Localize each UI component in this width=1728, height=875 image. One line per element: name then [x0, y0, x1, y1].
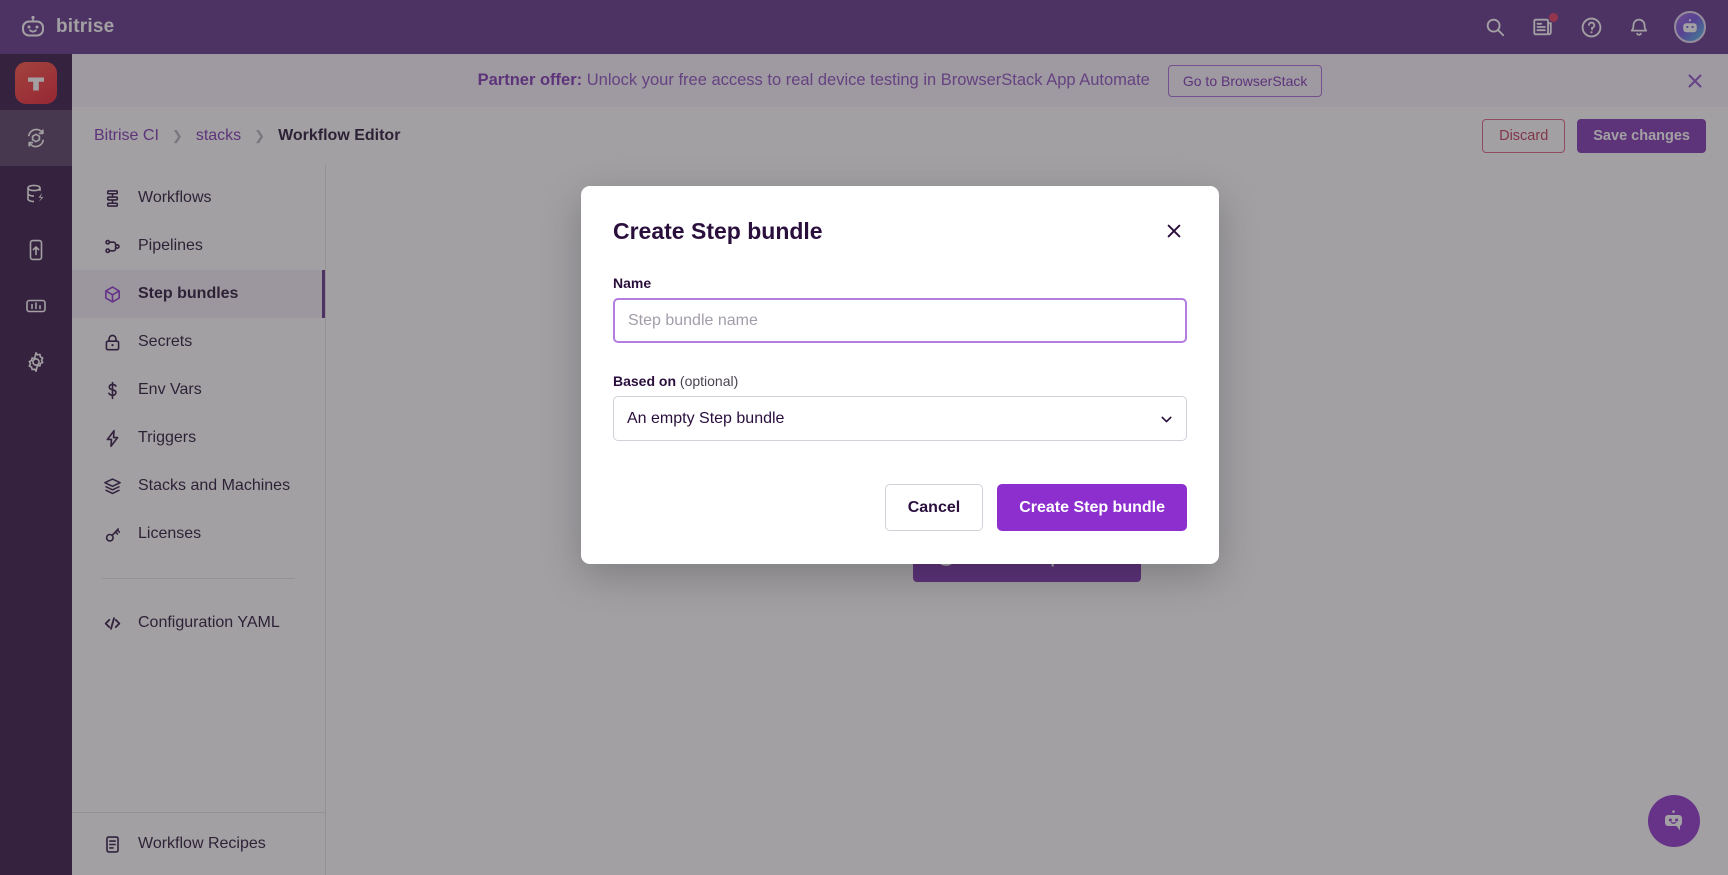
- cancel-button[interactable]: Cancel: [885, 484, 983, 531]
- create-step-bundle-submit-button[interactable]: Create Step bundle: [997, 484, 1187, 531]
- based-on-label-text: Based on: [613, 373, 676, 389]
- name-field-label: Name: [613, 275, 1187, 291]
- based-on-select[interactable]: An empty Step bundle: [613, 396, 1187, 441]
- step-bundle-name-input[interactable]: [613, 298, 1187, 343]
- based-on-selected-value: An empty Step bundle: [627, 410, 784, 428]
- modal-close-icon[interactable]: [1161, 218, 1187, 244]
- based-on-field-label: Based on (optional): [613, 373, 1187, 389]
- based-on-select-wrapper: An empty Step bundle: [613, 396, 1187, 441]
- modal-title: Create Step bundle: [613, 218, 823, 245]
- modal-actions: Cancel Create Step bundle: [613, 484, 1187, 531]
- modal-header: Create Step bundle: [613, 218, 1187, 245]
- create-step-bundle-modal: Create Step bundle Name Based on (option…: [581, 186, 1219, 564]
- based-on-optional-text: (optional): [676, 373, 738, 389]
